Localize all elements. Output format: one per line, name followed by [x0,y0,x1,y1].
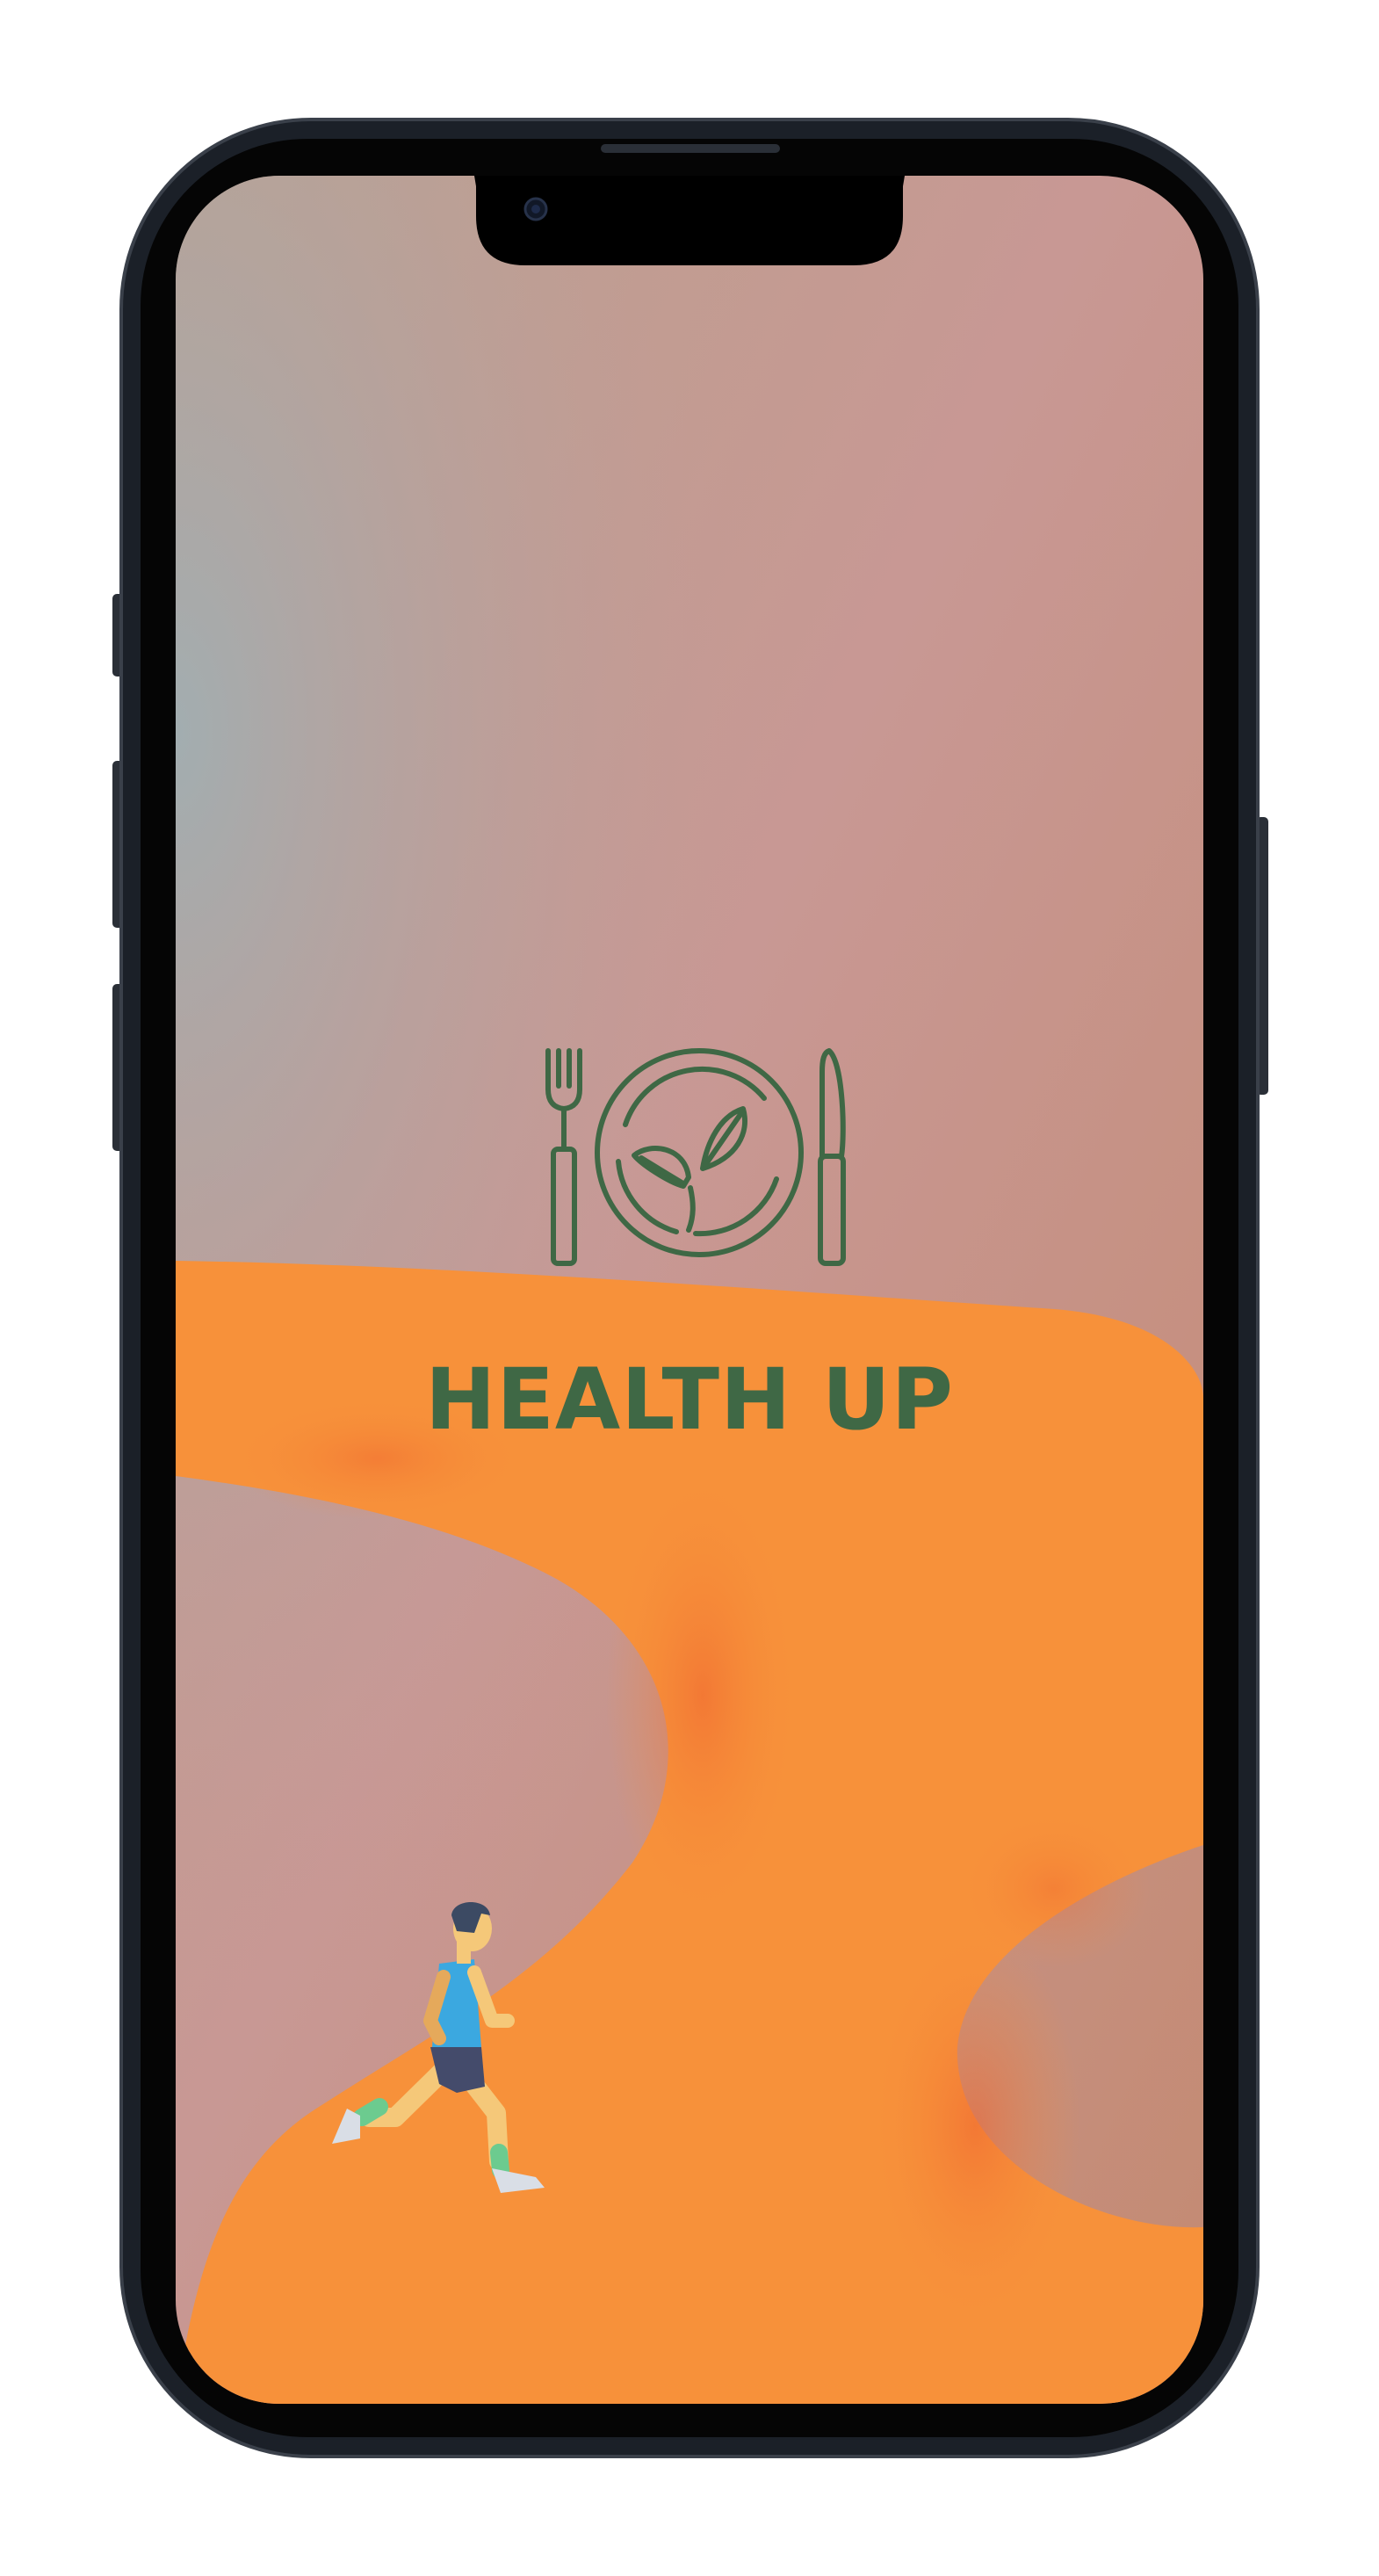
earpiece-grille [601,144,780,153]
splash-screen-stage: HEALTH UP [0,0,1379,2576]
phone-device [112,118,1268,2458]
app-screen [176,176,1203,2404]
app-title: HEALTH UP [424,1350,955,1449]
